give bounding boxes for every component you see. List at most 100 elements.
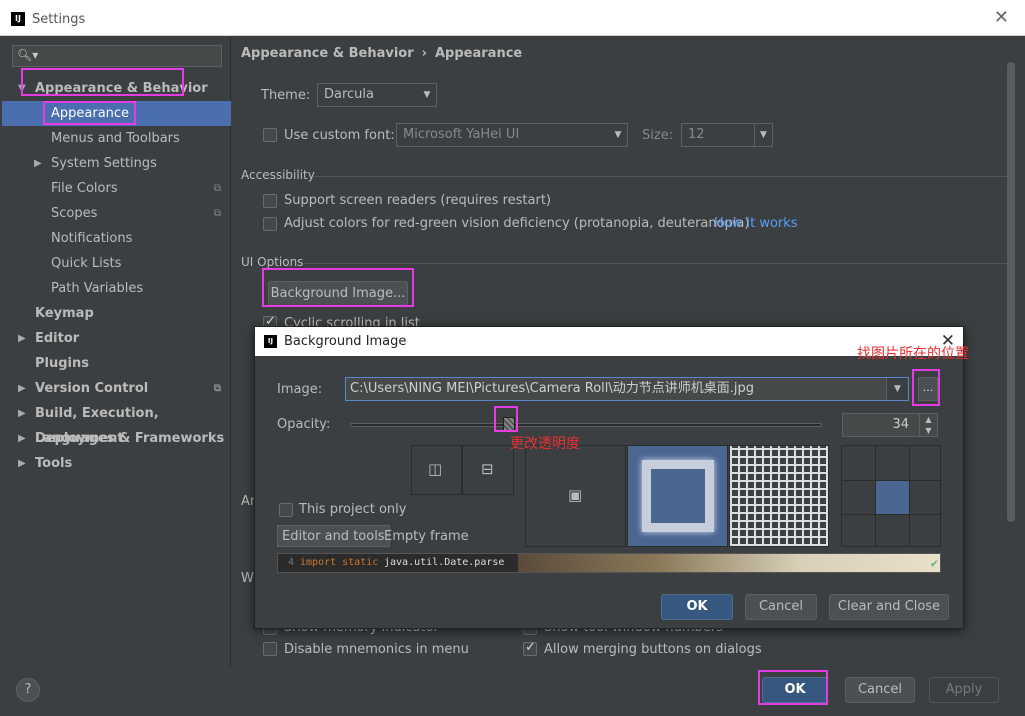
opacity-slider[interactable] (350, 423, 822, 427)
section-accessibility: Accessibility (241, 168, 315, 182)
sidebar-item-file-colors[interactable]: File Colors ⧉ (2, 176, 231, 201)
sidebar-item-editor[interactable]: ▶ Editor (2, 326, 231, 351)
sidebar-item-languages[interactable]: ▶ Languages & Frameworks (2, 426, 231, 451)
chevron-right-icon: ▶ (18, 333, 26, 344)
dialog-ok-button[interactable]: OK (661, 594, 733, 620)
divider (304, 263, 1007, 264)
divider (842, 514, 942, 515)
flip-vertical-button[interactable]: ⊟ (462, 445, 514, 495)
sidebar-item-plugins[interactable]: Plugins (2, 351, 231, 376)
search-icon: 🔍︎▾ (17, 48, 39, 62)
divider (909, 446, 910, 546)
anchor-center-cell[interactable] (875, 480, 909, 514)
background-image-dialog: IJ Background Image ✕ Image: C:\Users\NI… (254, 326, 964, 629)
tab-empty-frame[interactable]: Empty frame (380, 526, 473, 548)
custom-font-checkbox[interactable] (263, 128, 277, 142)
flip-vertical-icon: ⊟ (481, 460, 494, 478)
anchor-grid[interactable] (841, 445, 942, 547)
help-button[interactable]: ? (16, 678, 40, 702)
allow-merging-checkbox[interactable] (523, 640, 537, 656)
sidebar-item-quick-lists[interactable]: Quick Lists (2, 251, 231, 276)
check-icon: ✔ (930, 556, 938, 570)
this-project-only-label: This project only (299, 502, 407, 517)
theme-select[interactable]: Darcula ▼ (317, 83, 437, 107)
image-path-input[interactable]: C:\Users\NING MEI\Pictures\Camera Roll\动… (345, 377, 909, 401)
chevron-right-icon: ▶ (18, 408, 26, 419)
theme-label: Theme: (261, 88, 311, 103)
highlight-box (43, 101, 136, 125)
flip-horizontal-button[interactable]: ◫ (411, 445, 462, 495)
section-ui-options: UI Options (241, 255, 304, 269)
sidebar-item-build-execution[interactable]: ▶ Build, Execution, Deployment (2, 401, 231, 446)
flip-horizontal-icon: ◫ (428, 460, 443, 478)
sidebar-item-path-variables[interactable]: Path Variables (2, 276, 231, 301)
background-preview: 4 import static java.util.Date.parse ✔ (277, 553, 941, 573)
project-scope-icon: ⧉ (213, 383, 221, 394)
opacity-spinner[interactable]: 34 ▲ ▼ (842, 413, 938, 437)
screen-readers-checkbox[interactable] (263, 194, 277, 208)
scrollbar[interactable] (1007, 62, 1015, 522)
spinner-arrows-icon: ▲ ▼ (919, 414, 937, 436)
annotation-change-opacity: 更改透明度 (510, 436, 580, 452)
divider (875, 446, 876, 546)
sidebar-item-menus-toolbars[interactable]: Menus and Toolbars (2, 126, 231, 151)
highlight-box (494, 406, 518, 432)
sidebar-item-system-settings[interactable]: ▶ System Settings (2, 151, 231, 176)
highlight-box (21, 68, 184, 96)
this-project-only-checkbox[interactable] (279, 503, 293, 517)
how-it-works-link[interactable]: How it works (714, 216, 798, 231)
highlight-box (262, 268, 414, 307)
custom-font-label: Use custom font: (284, 128, 395, 143)
size-label: Size: (642, 128, 674, 143)
image-label: Image: (277, 382, 323, 397)
settings-sidebar: 🔍︎▾ ▼ Appearance & Behavior Appearance M… (2, 37, 231, 666)
font-select[interactable]: Microsoft YaHei UI ▼ (396, 123, 628, 147)
dialog-title: Background Image (284, 334, 407, 349)
intellij-icon: IJ (11, 12, 25, 26)
color-deficiency-label: Adjust colors for red-green vision defic… (284, 216, 750, 231)
highlight-box (912, 369, 940, 406)
chevron-right-icon: ▶ (18, 383, 26, 394)
sidebar-item-notifications[interactable]: Notifications (2, 226, 231, 251)
dialog-cancel-button[interactable]: Cancel (745, 594, 817, 620)
scale-preview-icon (642, 460, 714, 532)
project-scope-icon: ⧉ (213, 208, 221, 219)
color-deficiency-checkbox[interactable] (263, 217, 277, 231)
chevron-right-icon: ▶ (18, 458, 26, 469)
opacity-label: Opacity: (277, 417, 331, 432)
sidebar-item-scopes[interactable]: Scopes ⧉ (2, 201, 231, 226)
breadcrumb: Appearance & Behavior › Appearance (241, 46, 523, 61)
divider (314, 176, 1007, 177)
chevron-down-icon: ▼ (886, 378, 908, 400)
chevron-down-icon: ▼ (614, 130, 622, 140)
chevron-right-icon: ▶ (18, 433, 26, 444)
window-title: Settings (32, 12, 86, 27)
fill-mode-center[interactable]: ▣ (525, 445, 626, 547)
preview-image (518, 554, 940, 572)
project-scope-icon: ⧉ (213, 183, 221, 194)
chevron-down-icon: ▼ (754, 124, 772, 146)
disable-mnemonics-checkbox[interactable] (263, 642, 277, 656)
apply-button[interactable]: Apply (929, 677, 999, 703)
sidebar-item-tools[interactable]: ▶ Tools (2, 451, 231, 476)
sidebar-item-version-control[interactable]: ▶ Version Control ⧉ (2, 376, 231, 401)
search-input[interactable]: 🔍︎▾ (12, 45, 222, 67)
fill-mode-tile[interactable] (729, 445, 829, 547)
tab-editor-and-tools[interactable]: Editor and tools (277, 525, 390, 547)
screen-readers-label: Support screen readers (requires restart… (284, 193, 551, 208)
sidebar-item-keymap[interactable]: Keymap (2, 301, 231, 326)
font-size-select[interactable]: 12 ▼ (681, 123, 773, 147)
window-title-bar: IJ Settings ✕ (0, 0, 1025, 36)
intellij-icon: IJ (264, 335, 277, 348)
chevron-down-icon: ▼ (423, 90, 431, 100)
clear-and-close-button[interactable]: Clear and Close (829, 594, 949, 620)
close-icon[interactable]: ✕ (994, 9, 1009, 27)
annotation-find-location: 找图片所在的位置 (857, 346, 969, 362)
fill-mode-scale[interactable] (627, 445, 728, 547)
cancel-button[interactable]: Cancel (845, 677, 915, 703)
chevron-right-icon: ▶ (34, 158, 42, 169)
allow-merging-label: Allow merging buttons on dialogs (544, 642, 762, 657)
divider (842, 480, 942, 481)
disable-mnemonics-label: Disable mnemonics in menu (284, 642, 469, 657)
highlight-box (758, 670, 828, 705)
